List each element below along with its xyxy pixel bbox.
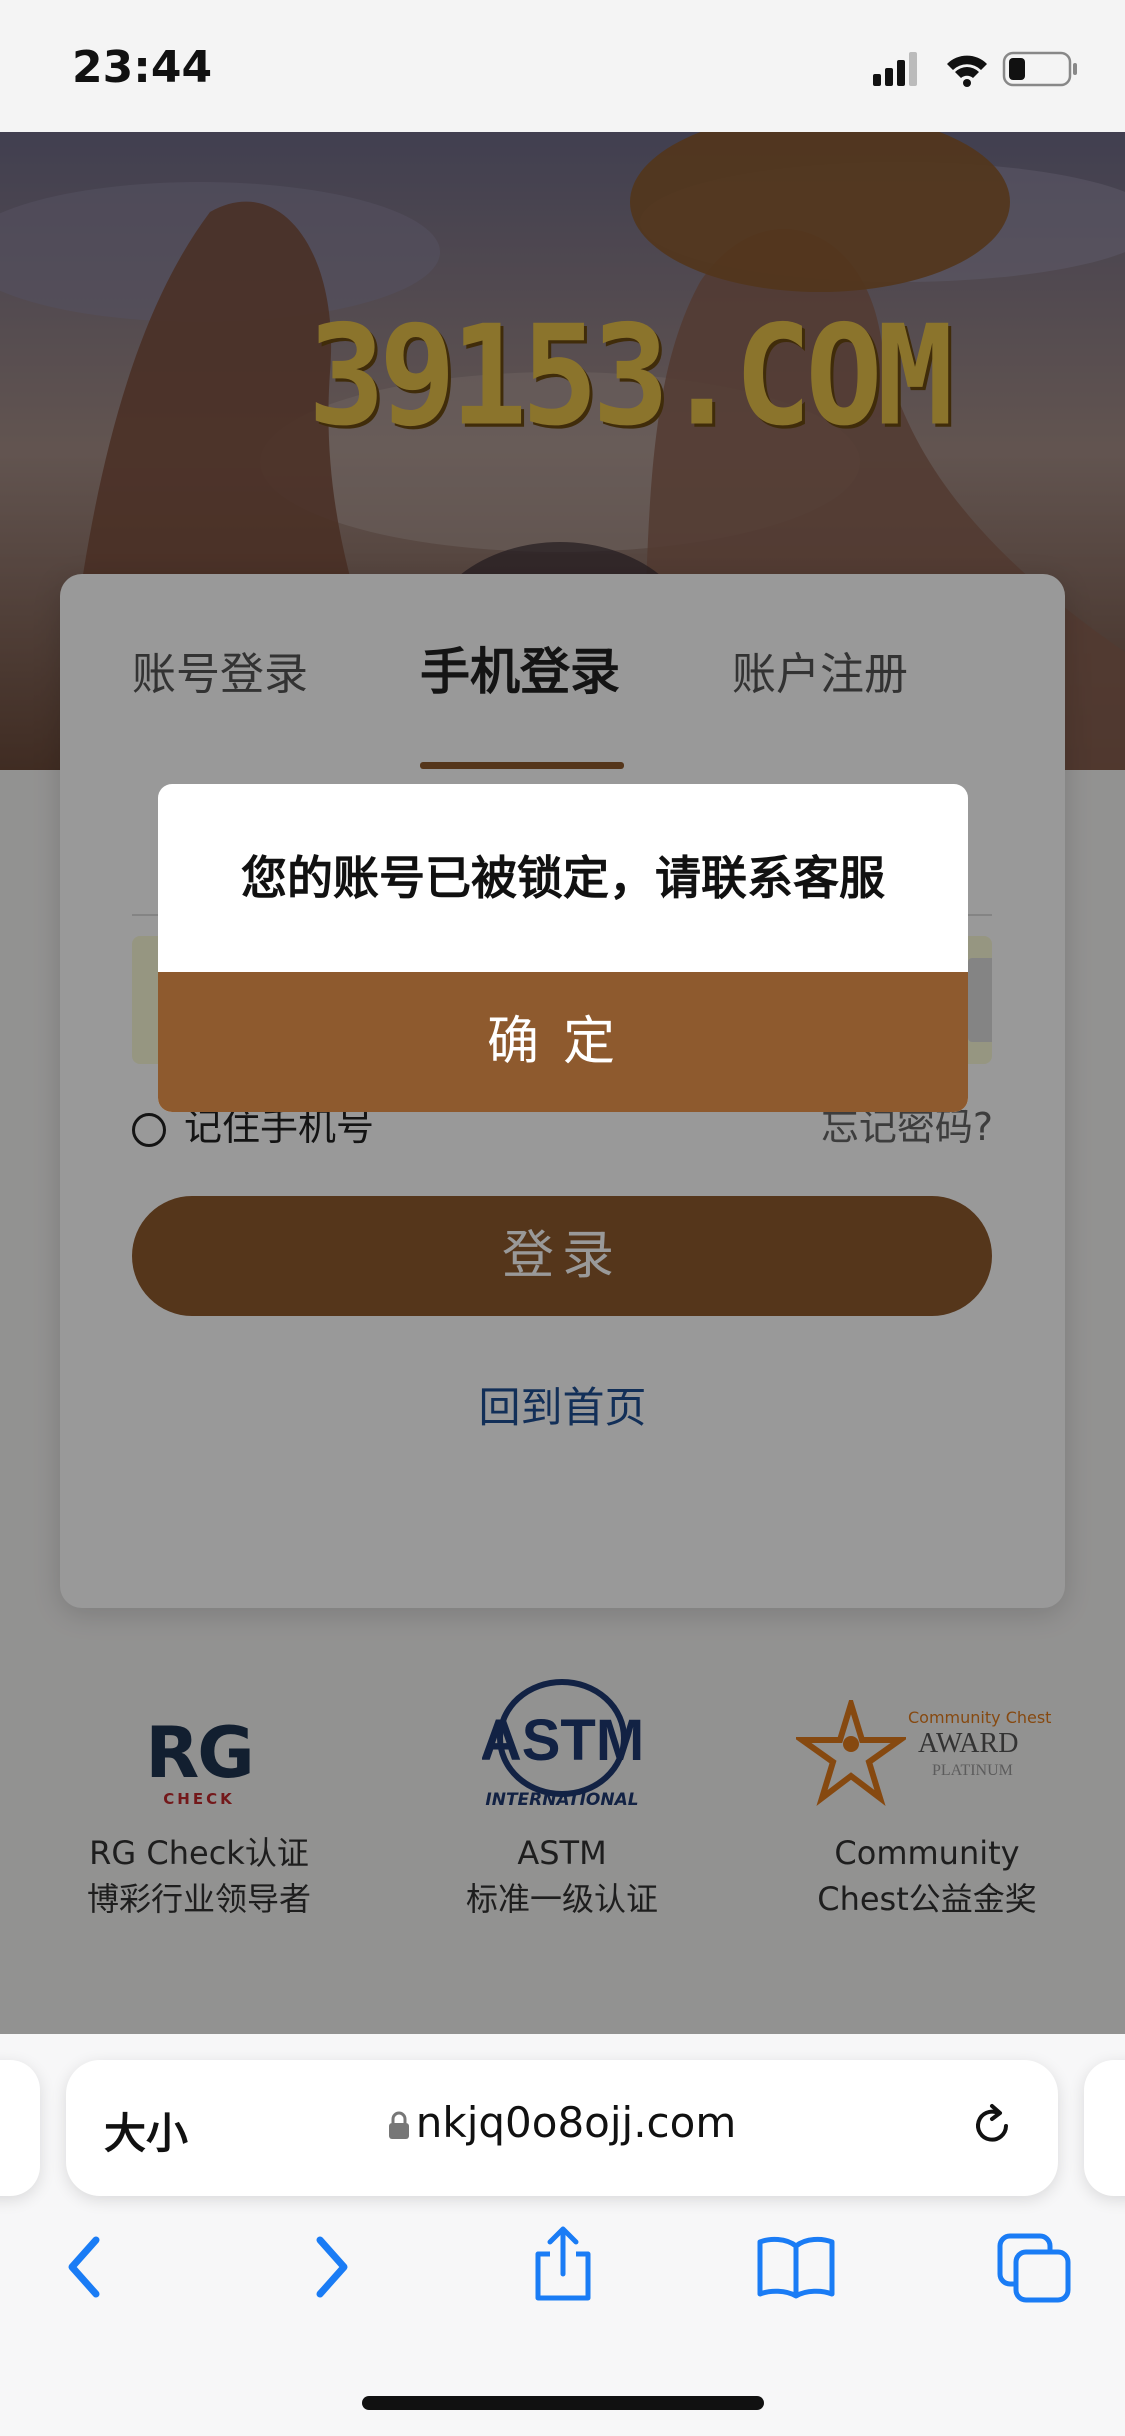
bookmarks-icon[interactable] [756, 2234, 836, 2300]
previous-tab-card[interactable] [0, 2060, 40, 2196]
status-bar: 23:44 [0, 0, 1125, 132]
battery-icon [1002, 51, 1077, 87]
share-icon[interactable] [528, 2224, 598, 2304]
cellular-signal-icon [873, 52, 917, 86]
safari-bottom-bar: 大小 nkjq0o8ojj.com [0, 2034, 1125, 2436]
dialog-confirm-button[interactable]: 确定 [158, 972, 968, 1112]
address-bar[interactable]: 大小 nkjq0o8ojj.com [66, 2060, 1058, 2196]
status-time: 23:44 [72, 42, 213, 93]
reload-icon[interactable] [962, 2096, 1022, 2156]
back-icon[interactable] [62, 2232, 112, 2302]
url-text: nkjq0o8ojj.com [415, 2098, 737, 2147]
account-locked-dialog: 您的账号已被锁定，请联系客服 确定 [158, 784, 968, 1112]
url-display[interactable]: nkjq0o8ojj.com [66, 2098, 1058, 2147]
tabs-icon[interactable] [996, 2232, 1072, 2304]
wifi-icon [947, 55, 987, 87]
next-tab-card[interactable] [1084, 2060, 1125, 2196]
status-icons [873, 51, 1077, 87]
home-indicator[interactable] [362, 2396, 764, 2410]
forward-icon[interactable] [304, 2232, 354, 2302]
lock-icon [388, 2111, 409, 2139]
dialog-message: 您的账号已被锁定，请联系客服 [241, 851, 885, 905]
